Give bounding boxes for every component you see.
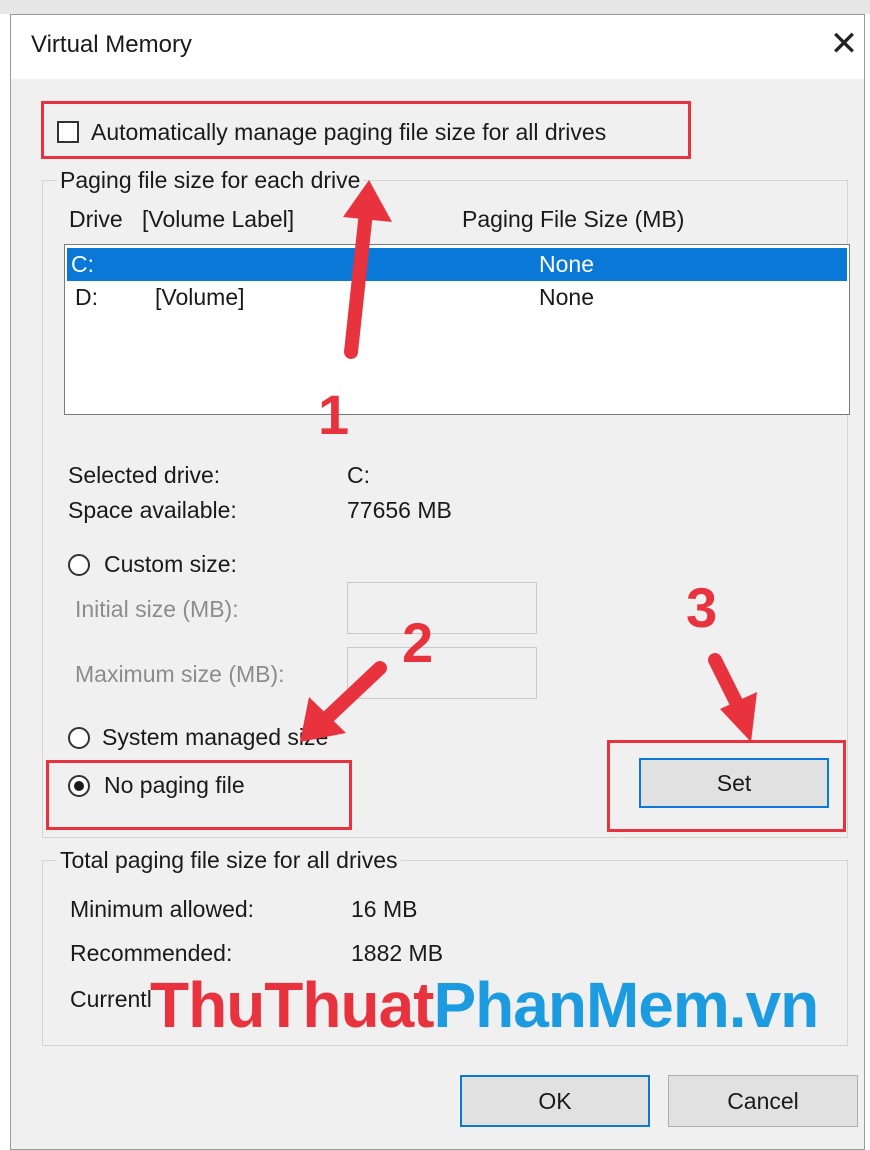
arrow-step-3 <box>708 653 757 742</box>
annotation-step-3: 3 <box>686 576 718 639</box>
annotation-step-1: 1 <box>318 383 350 446</box>
arrow-step-2 <box>300 661 387 742</box>
annotation-arrows <box>300 180 757 742</box>
annotation-step-2: 2 <box>402 611 434 674</box>
arrow-step-1 <box>343 180 392 359</box>
